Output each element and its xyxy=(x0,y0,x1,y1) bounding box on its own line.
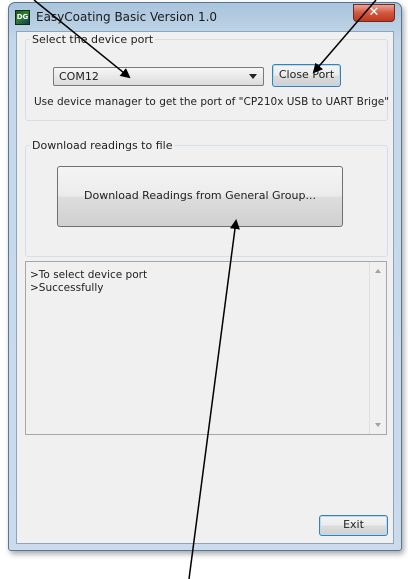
port-select[interactable]: COM12 xyxy=(53,67,264,86)
scroll-up-icon[interactable] xyxy=(375,269,381,273)
window-title: EasyCoating Basic Version 1.0 xyxy=(36,10,218,24)
close-port-button[interactable]: Close Port xyxy=(272,64,341,87)
log-line: >Successfully xyxy=(30,282,104,294)
download-group-legend: Download readings to file xyxy=(32,139,173,152)
chevron-down-icon xyxy=(249,74,257,79)
log-lines: >To select device port >Successfully xyxy=(30,269,147,295)
exit-button[interactable]: Exit xyxy=(319,515,388,536)
app-icon: DG xyxy=(15,10,30,25)
dialog-body: Select the device port COM12 Close Port … xyxy=(16,31,394,544)
app-window: DG EasyCoating Basic Version 1.0 ✕ Selec… xyxy=(8,2,402,551)
scroll-down-icon[interactable] xyxy=(375,423,381,427)
close-window-button[interactable]: ✕ xyxy=(353,4,395,22)
log-output[interactable]: >To select device port >Successfully xyxy=(25,261,387,435)
download-group: Download readings to file Download Readi… xyxy=(25,139,388,257)
port-group-legend: Select the device port xyxy=(32,33,154,46)
download-readings-button[interactable]: Download Readings from General Group... xyxy=(57,166,343,227)
log-scrollbar[interactable] xyxy=(369,262,386,434)
close-icon: ✕ xyxy=(368,5,380,20)
log-line: >To select device port xyxy=(30,269,148,281)
port-group: Select the device port COM12 Close Port … xyxy=(25,33,390,121)
title-bar[interactable]: DG EasyCoating Basic Version 1.0 xyxy=(9,3,401,31)
port-hint-text: Use device manager to get the port of "C… xyxy=(34,96,390,108)
port-select-value: COM12 xyxy=(59,70,99,83)
